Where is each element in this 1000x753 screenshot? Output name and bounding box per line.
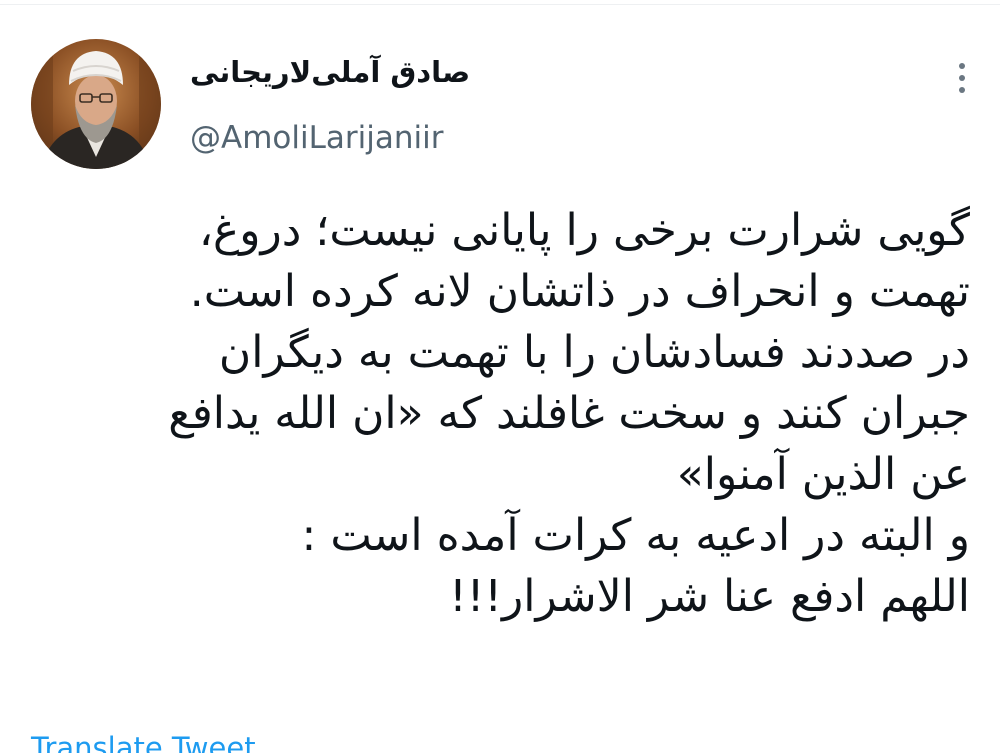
tweet-line: اللهم ادفع عنا شر الاشرار!!! — [449, 571, 970, 622]
display-name[interactable]: صادق آملی‌لاریجانی — [190, 52, 480, 92]
tweet-line: تهمت و انحراف در ذاتشان لانه کرده است. — [189, 266, 970, 317]
tweet-text: گویی شرارت برخی را پایانی نیست؛ دروغ، ته… — [80, 200, 970, 627]
tweet-line: گویی شرارت برخی را پایانی نیست؛ دروغ، — [198, 205, 970, 256]
tweet-line: و البته در ادعیه به کرات آمده است : — [301, 510, 970, 561]
tweet-screen: صادق آملی‌لاریجانی @AmoliLarijaniir گویی… — [0, 0, 1000, 753]
translate-tweet-link[interactable]: Translate Tweet — [31, 728, 256, 753]
tweet-line: عن الذین آمنوا» — [676, 449, 970, 500]
tweet-line: در صددند فسادشان را با تهمت به دیگران — [218, 327, 970, 378]
divider — [0, 4, 1000, 5]
more-options-button[interactable] — [950, 58, 974, 98]
avatar[interactable] — [31, 39, 161, 169]
tweet-line: جبران کنند و سخت غافلند که «ان الله یداف… — [168, 388, 970, 439]
avatar-photo — [31, 39, 161, 169]
user-handle[interactable]: @AmoliLarijaniir — [190, 118, 443, 158]
